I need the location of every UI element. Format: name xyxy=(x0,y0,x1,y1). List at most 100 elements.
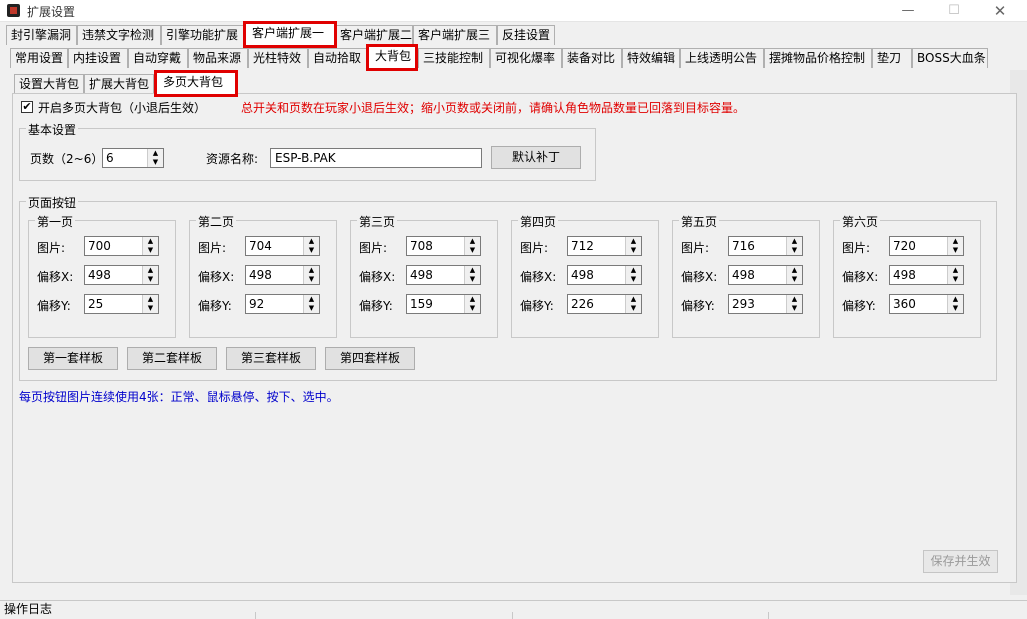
tab-set-big-bag[interactable]: 设置大背包 xyxy=(14,74,84,94)
template-1-button[interactable]: 第一套样板 xyxy=(28,347,118,370)
down-arrow-icon[interactable]: ▼ xyxy=(143,304,158,313)
down-arrow-icon[interactable]: ▼ xyxy=(148,158,163,167)
up-arrow-icon[interactable]: ▲ xyxy=(626,295,641,304)
tab-engine-ext[interactable]: 引擎功能扩展 xyxy=(161,25,245,45)
down-arrow-icon[interactable]: ▼ xyxy=(787,304,802,313)
up-arrow-icon[interactable]: ▲ xyxy=(143,266,158,275)
up-arrow-icon[interactable]: ▲ xyxy=(304,237,319,246)
tab-inner-plugin[interactable]: 内挂设置 xyxy=(68,48,128,68)
offset-x-input[interactable] xyxy=(890,266,945,284)
offset-y-input[interactable] xyxy=(407,295,462,313)
offset-y-stepper[interactable]: ▲▼ xyxy=(728,294,803,314)
up-arrow-icon[interactable]: ▲ xyxy=(304,266,319,275)
tab-common[interactable]: 常用设置 xyxy=(10,48,68,68)
up-arrow-icon[interactable]: ▲ xyxy=(304,295,319,304)
down-arrow-icon[interactable]: ▼ xyxy=(304,246,319,255)
down-arrow-icon[interactable]: ▼ xyxy=(787,246,802,255)
offset-y-input[interactable] xyxy=(729,295,784,313)
offset-y-input[interactable] xyxy=(85,295,140,313)
template-4-button[interactable]: 第四套样板 xyxy=(325,347,415,370)
save-apply-button[interactable]: 保存并生效 xyxy=(923,550,998,573)
image-stepper[interactable]: ▲▼ xyxy=(84,236,159,256)
down-arrow-icon[interactable]: ▼ xyxy=(304,304,319,313)
down-arrow-icon[interactable]: ▼ xyxy=(948,304,963,313)
offset-x-input[interactable] xyxy=(246,266,301,284)
down-arrow-icon[interactable]: ▼ xyxy=(143,275,158,284)
offset-x-input[interactable] xyxy=(568,266,623,284)
tab-effect-edit[interactable]: 特效编辑 xyxy=(622,48,680,68)
offset-y-stepper[interactable]: ▲▼ xyxy=(889,294,964,314)
tab-login-notice[interactable]: 上线透明公告 xyxy=(680,48,764,68)
offset-y-stepper[interactable]: ▲▼ xyxy=(245,294,320,314)
offset-x-input[interactable] xyxy=(729,266,784,284)
tab-drop-rate[interactable]: 可视化爆率 xyxy=(490,48,562,68)
default-patch-button[interactable]: 默认补丁 xyxy=(491,146,581,169)
offset-y-input[interactable] xyxy=(568,295,623,313)
offset-y-stepper[interactable]: ▲▼ xyxy=(406,294,481,314)
tab-anti-cheat[interactable]: 反挂设置 xyxy=(497,25,555,45)
resource-input[interactable]: ESP-B.PAK xyxy=(270,148,482,168)
tab-skill-control[interactable]: 三技能控制 xyxy=(418,48,490,68)
tab-multi-page-bag[interactable]: 多页大背包 xyxy=(154,70,238,97)
offset-x-input[interactable] xyxy=(85,266,140,284)
offset-y-stepper[interactable]: ▲▼ xyxy=(567,294,642,314)
tab-client-ext-1[interactable]: 客户端扩展一 xyxy=(243,21,337,48)
down-arrow-icon[interactable]: ▼ xyxy=(465,246,480,255)
image-stepper[interactable]: ▲▼ xyxy=(245,236,320,256)
close-icon[interactable]: ✕ xyxy=(977,0,1023,22)
offset-x-stepper[interactable]: ▲▼ xyxy=(245,265,320,285)
tab-expand-big-bag[interactable]: 扩展大背包 xyxy=(84,74,154,94)
tab-equip-compare[interactable]: 装备对比 xyxy=(562,48,622,68)
image-stepper[interactable]: ▲▼ xyxy=(728,236,803,256)
image-stepper[interactable]: ▲▼ xyxy=(406,236,481,256)
up-arrow-icon[interactable]: ▲ xyxy=(465,237,480,246)
offset-x-stepper[interactable]: ▲▼ xyxy=(84,265,159,285)
up-arrow-icon[interactable]: ▲ xyxy=(626,266,641,275)
image-input[interactable] xyxy=(85,237,140,255)
image-input[interactable] xyxy=(890,237,945,255)
up-arrow-icon[interactable]: ▲ xyxy=(465,295,480,304)
down-arrow-icon[interactable]: ▼ xyxy=(626,275,641,284)
tab-stall-price[interactable]: 摆摊物品价格控制 xyxy=(764,48,872,68)
tab-big-bag[interactable]: 大背包 xyxy=(366,44,418,71)
down-arrow-icon[interactable]: ▼ xyxy=(143,246,158,255)
down-arrow-icon[interactable]: ▼ xyxy=(948,246,963,255)
down-arrow-icon[interactable]: ▼ xyxy=(626,304,641,313)
tab-auto-pickup[interactable]: 自动拾取 xyxy=(308,48,368,68)
down-arrow-icon[interactable]: ▼ xyxy=(787,275,802,284)
tab-client-ext-2[interactable]: 客户端扩展二 xyxy=(335,25,413,45)
up-arrow-icon[interactable]: ▲ xyxy=(626,237,641,246)
offset-x-stepper[interactable]: ▲▼ xyxy=(567,265,642,285)
maximize-icon[interactable]: ☐ xyxy=(931,0,977,22)
tab-pad-blade[interactable]: 垫刀 xyxy=(872,48,912,68)
image-input[interactable] xyxy=(568,237,623,255)
tab-boss-hp[interactable]: BOSS大血条 xyxy=(912,48,988,68)
offset-x-stepper[interactable]: ▲▼ xyxy=(728,265,803,285)
tab-banned-text[interactable]: 违禁文字检测 xyxy=(77,25,161,45)
down-arrow-icon[interactable]: ▼ xyxy=(465,275,480,284)
down-arrow-icon[interactable]: ▼ xyxy=(948,275,963,284)
up-arrow-icon[interactable]: ▲ xyxy=(465,266,480,275)
down-arrow-icon[interactable]: ▼ xyxy=(626,246,641,255)
up-arrow-icon[interactable]: ▲ xyxy=(143,295,158,304)
image-stepper[interactable]: ▲▼ xyxy=(567,236,642,256)
image-input[interactable] xyxy=(407,237,462,255)
down-arrow-icon[interactable]: ▼ xyxy=(465,304,480,313)
offset-x-stepper[interactable]: ▲▼ xyxy=(406,265,481,285)
tab-engine-bug[interactable]: 封引擎漏洞 xyxy=(6,25,77,45)
offset-y-input[interactable] xyxy=(890,295,945,313)
tab-light-pillar[interactable]: 光柱特效 xyxy=(248,48,308,68)
tab-item-source[interactable]: 物品来源 xyxy=(188,48,248,68)
image-input[interactable] xyxy=(246,237,301,255)
image-input[interactable] xyxy=(729,237,784,255)
up-arrow-icon[interactable]: ▲ xyxy=(948,266,963,275)
image-stepper[interactable]: ▲▼ xyxy=(889,236,964,256)
offset-y-input[interactable] xyxy=(246,295,301,313)
offset-y-stepper[interactable]: ▲▼ xyxy=(84,294,159,314)
minimize-icon[interactable]: — xyxy=(885,0,931,22)
up-arrow-icon[interactable]: ▲ xyxy=(948,295,963,304)
up-arrow-icon[interactable]: ▲ xyxy=(787,266,802,275)
down-arrow-icon[interactable]: ▼ xyxy=(304,275,319,284)
up-arrow-icon[interactable]: ▲ xyxy=(148,149,163,158)
up-arrow-icon[interactable]: ▲ xyxy=(787,237,802,246)
